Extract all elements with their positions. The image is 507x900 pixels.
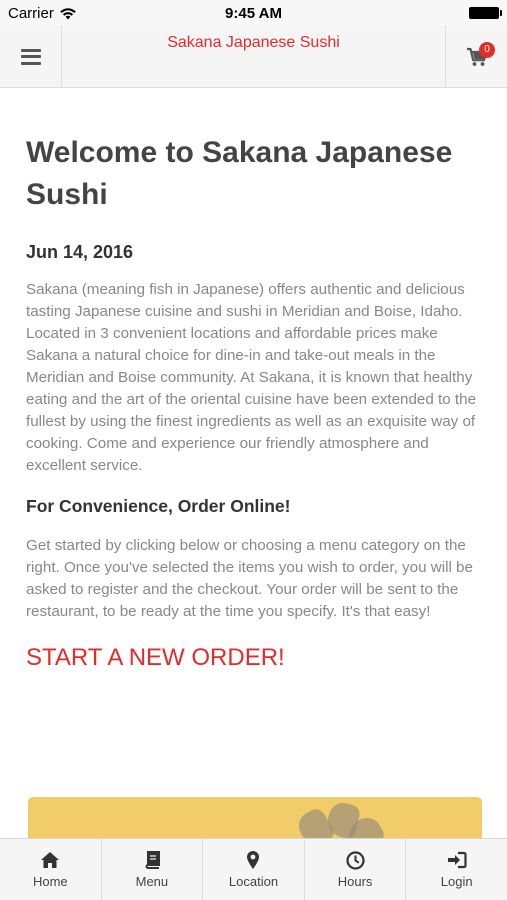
tab-login[interactable]: Login — [406, 839, 507, 900]
app-header: Sakana Japanese Sushi 0 — [0, 26, 507, 88]
bottom-tab-bar: Home Menu Location Hours Login — [0, 838, 507, 900]
tab-label: Hours — [337, 874, 373, 889]
app-title: Sakana Japanese Sushi — [167, 34, 340, 51]
order-online-heading: For Convenience, Order Online! — [26, 496, 291, 516]
start-new-order-link[interactable]: START A NEW ORDER! — [26, 644, 285, 672]
cart-count-badge: 0 — [479, 42, 495, 58]
clock-time: 9:45 AM — [225, 5, 282, 22]
tab-label: Menu — [135, 874, 169, 889]
hamburger-menu-button[interactable] — [0, 26, 62, 87]
tab-menu[interactable]: Menu — [102, 839, 204, 900]
order-instructions: Get started by clicking below or choosin… — [26, 537, 473, 620]
sign-in-icon — [447, 850, 467, 870]
intro-paragraph: Sakana (meaning fish in Japanese) offers… — [26, 281, 477, 474]
promo-banner-image — [28, 797, 482, 838]
tab-location[interactable]: Location — [203, 839, 305, 900]
map-marker-icon — [243, 850, 263, 870]
clock-icon — [345, 850, 365, 870]
status-bar: Carrier 9:45 AM — [0, 0, 507, 26]
home-icon — [40, 850, 60, 870]
tab-hours[interactable]: Hours — [305, 839, 407, 900]
post-date: Jun 14, 2016 — [26, 242, 134, 262]
main-content: Welcome to Sakana Japanese Sushi Jun 14,… — [0, 88, 507, 838]
tab-label: Home — [32, 874, 68, 889]
tab-home[interactable]: Home — [0, 839, 102, 900]
battery-icon — [469, 7, 502, 19]
page-title: Welcome to Sakana Japanese Sushi — [26, 136, 453, 211]
tab-label: Login — [440, 874, 473, 889]
tab-label: Location — [228, 874, 279, 889]
book-icon — [142, 850, 162, 870]
hamburger-icon — [20, 48, 41, 65]
cart-button[interactable]: 0 — [445, 26, 507, 87]
